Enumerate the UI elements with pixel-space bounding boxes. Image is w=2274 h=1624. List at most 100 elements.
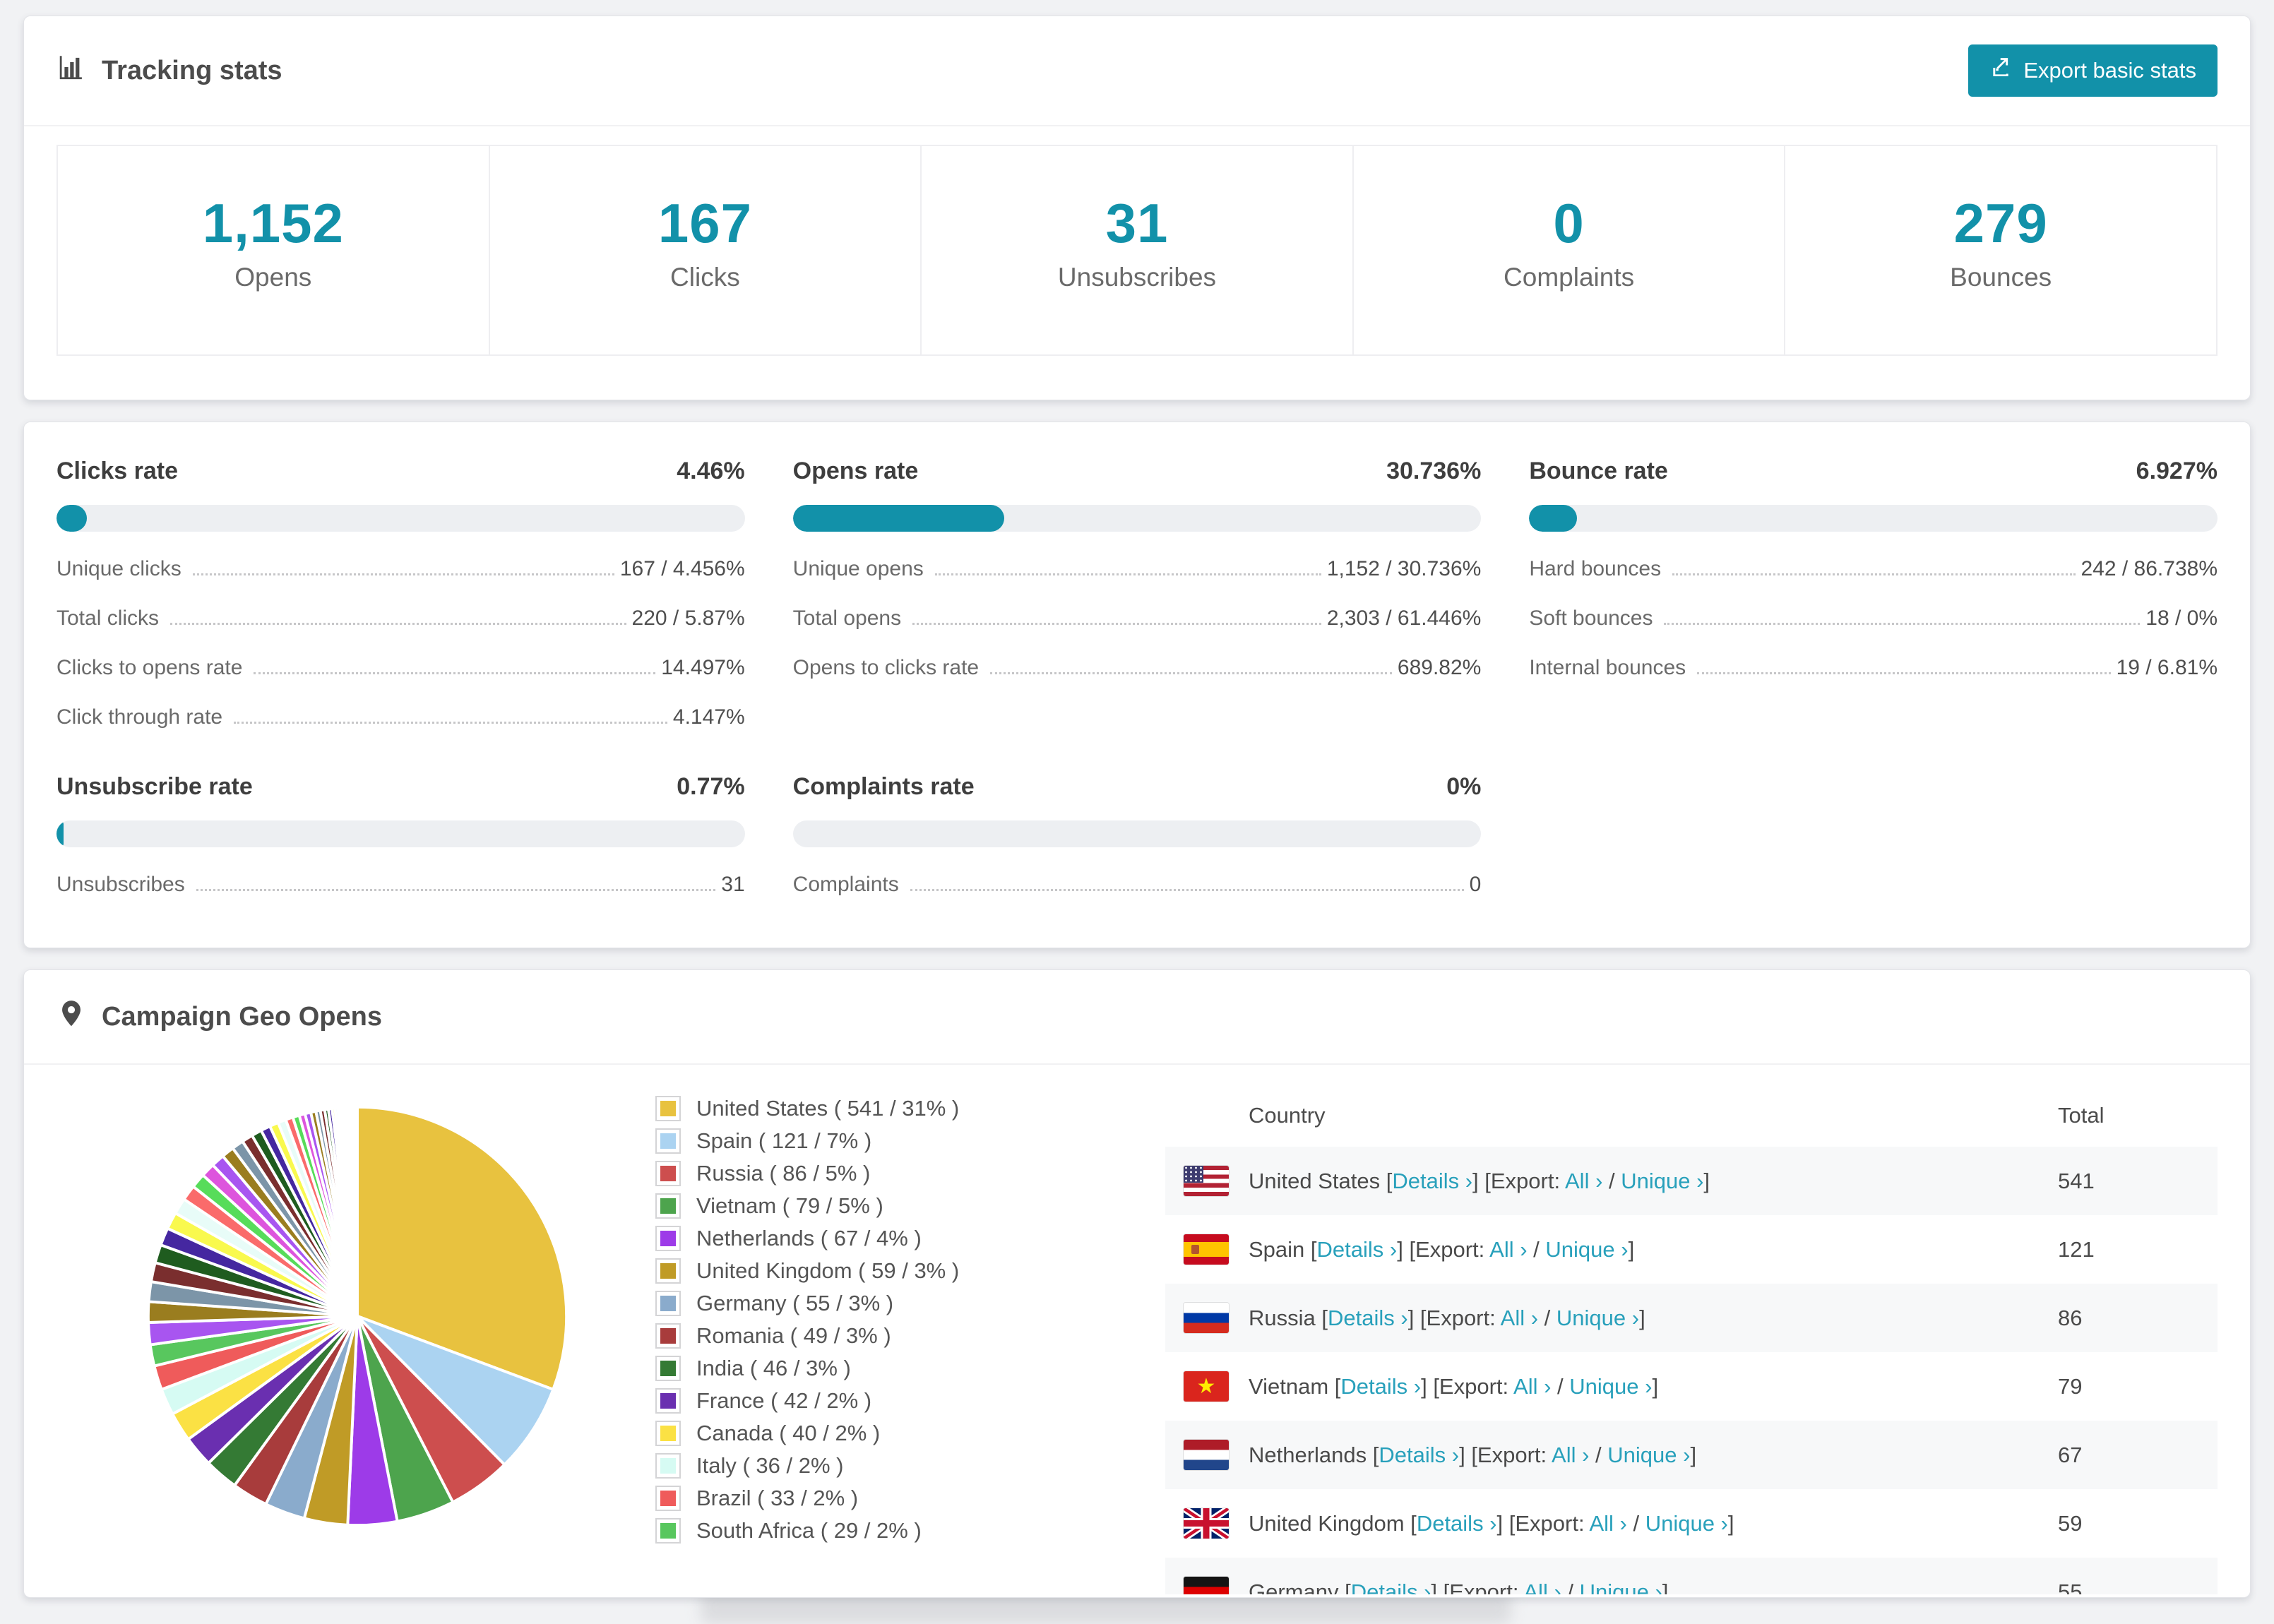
rate-rows: Hard bounces 242 / 86.738% Soft bounces 18 …: [1529, 557, 2218, 680]
legend-item-germany[interactable]: Germany ( 55 / 3% ): [657, 1291, 1081, 1316]
legend-label: Germany ( 55 / 3% ): [696, 1291, 894, 1315]
details-link[interactable]: Details ›: [1417, 1511, 1497, 1536]
legend-label: France ( 42 / 2% ): [696, 1388, 872, 1413]
separator: /: [1538, 1305, 1556, 1330]
legend-swatch: [657, 1357, 679, 1380]
legend-item-italy[interactable]: Italy ( 36 / 2% ): [657, 1453, 1081, 1479]
rate-row-value: 31: [721, 873, 745, 896]
legend-item-netherlands[interactable]: Netherlands ( 67 / 4% ): [657, 1226, 1081, 1251]
legend-item-south-africa[interactable]: South Africa ( 29 / 2% ): [657, 1518, 1081, 1544]
legend-label: Spain ( 121 / 7% ): [696, 1128, 872, 1153]
rate-row-label: Total clicks: [56, 607, 160, 630]
export-unique-link[interactable]: Unique ›: [1556, 1306, 1639, 1330]
progress-bar: [1529, 505, 2218, 532]
legend-label: Italy ( 36 / 2% ): [696, 1453, 844, 1478]
progress-bar: [792, 505, 1482, 532]
export-unique-link[interactable]: Unique ›: [1580, 1580, 1662, 1595]
bracket: ]: [1628, 1236, 1635, 1262]
legend-item-romania[interactable]: Romania ( 49 / 3% ): [657, 1323, 1081, 1349]
export-unique-link[interactable]: Unique ›: [1569, 1374, 1652, 1399]
rate-row-label: Click through rate: [56, 705, 223, 729]
rate-row-label: Unique clicks: [56, 557, 181, 580]
bracket: ]: [1727, 1510, 1734, 1536]
separator: /: [1527, 1236, 1546, 1262]
rate-block-opens-rate: Opens rate 30.736% Unique opens 1,152 / 30.…: [792, 458, 1482, 729]
export-unique-link[interactable]: Unique ›: [1545, 1237, 1628, 1262]
flag-cell: [1184, 1577, 1249, 1594]
country-cell: Russia [Details ›] [Export: All › / Uniq…: [1249, 1306, 2058, 1331]
legend-swatch: [657, 1097, 679, 1120]
progress-bar: [56, 820, 745, 847]
export-all-link[interactable]: All ›: [1513, 1374, 1551, 1399]
legend-item-india[interactable]: India ( 46 / 3% ): [657, 1356, 1081, 1381]
separator: /: [1561, 1579, 1580, 1595]
country-name: Spain [: [1249, 1236, 1317, 1262]
export-icon: [1989, 56, 2012, 85]
stat-opens: 1,152 Opens: [58, 146, 489, 354]
rate-row-value: 167 / 4.456%: [619, 557, 745, 580]
progress-bar-fill: [56, 505, 88, 532]
dotted-leader: [196, 889, 716, 891]
legend-item-russia[interactable]: Russia ( 86 / 5% ): [657, 1161, 1081, 1186]
legend-item-france[interactable]: France ( 42 / 2% ): [657, 1388, 1081, 1414]
legend-swatch: [657, 1292, 679, 1315]
country-cell: Netherlands [Details ›] [Export: All › /…: [1249, 1443, 2058, 1468]
rate-row-unique-opens: Unique opens 1,152 / 30.736%: [793, 557, 1482, 581]
details-link[interactable]: Details ›: [1317, 1237, 1398, 1262]
geo-header: Campaign Geo Opens: [24, 970, 2250, 1065]
export-all-link[interactable]: All ›: [1489, 1237, 1527, 1262]
country-name: Russia [: [1249, 1305, 1328, 1330]
export-unique-link[interactable]: Unique ›: [1607, 1443, 1690, 1467]
export-unique-link[interactable]: Unique ›: [1645, 1511, 1728, 1536]
country-name: Vietnam [: [1249, 1373, 1341, 1399]
details-link[interactable]: Details ›: [1328, 1306, 1408, 1330]
legend-item-united-kingdom[interactable]: United Kingdom ( 59 / 3% ): [657, 1258, 1081, 1284]
details-link[interactable]: Details ›: [1351, 1580, 1431, 1595]
dotted-leader: [1664, 623, 2141, 625]
progress-bar-fill: [56, 820, 64, 847]
export-all-link[interactable]: All ›: [1589, 1511, 1626, 1536]
legend-item-vietnam[interactable]: Vietnam ( 79 / 5% ): [657, 1193, 1081, 1219]
dotted-leader: [254, 672, 656, 674]
legend-item-united-states[interactable]: United States ( 541 / 31% ): [657, 1096, 1081, 1121]
rate-percent: 30.736%: [1386, 458, 1482, 484]
rate-block-header: Opens rate 30.736%: [793, 458, 1482, 485]
legend-item-spain[interactable]: Spain ( 121 / 7% ): [657, 1128, 1081, 1154]
rate-row-label: Total opens: [792, 607, 902, 630]
legend-item-brazil[interactable]: Brazil ( 33 / 2% ): [657, 1486, 1081, 1511]
rate-block-clicks-rate: Clicks rate 4.46% Unique clicks 167 / 4.456…: [56, 458, 745, 729]
details-link[interactable]: Details ›: [1340, 1374, 1421, 1399]
rate-row-value: 4.147%: [672, 705, 745, 729]
rate-rows: Complaints 0: [793, 873, 1482, 897]
dashboard-page: Tracking stats Export basic stats 1,152 O…: [0, 0, 2274, 1598]
stat-value: 31: [1105, 192, 1169, 254]
dotted-leader: [170, 623, 626, 625]
export-all-link[interactable]: All ›: [1565, 1169, 1602, 1193]
rate-row-label: Internal bounces: [1529, 656, 1686, 679]
separator: /: [1551, 1373, 1570, 1399]
rate-row-value: 1,152 / 30.736%: [1326, 557, 1482, 580]
stat-value: 0: [1553, 192, 1585, 254]
rate-row-opens-to-clicks-rate: Opens to clicks rate 689.82%: [793, 656, 1482, 680]
export-all-link[interactable]: All ›: [1552, 1443, 1589, 1467]
country-row-united-states: United States [Details ›] [Export: All ›…: [1165, 1147, 2218, 1215]
details-link[interactable]: Details ›: [1392, 1169, 1472, 1193]
details-link[interactable]: Details ›: [1379, 1443, 1459, 1467]
country-cell: Spain [Details ›] [Export: All › / Uniqu…: [1249, 1237, 2058, 1262]
stat-label: Complaints: [1504, 263, 1635, 292]
total-cell: 55: [2058, 1579, 2083, 1595]
rate-row-value: 19 / 6.81%: [2116, 656, 2218, 679]
country-cell: Germany [Details ›] [Export: All › / Uni…: [1249, 1580, 2058, 1595]
country-name: Netherlands [: [1249, 1442, 1379, 1467]
export-all-link[interactable]: All ›: [1501, 1306, 1538, 1330]
bar-chart-icon: [56, 52, 86, 89]
export-basic-stats-button[interactable]: Export basic stats: [1968, 44, 2218, 97]
geo-body: United States ( 541 / 31% ) Spain ( 121 /…: [24, 1065, 2250, 1597]
dotted-leader: [912, 623, 1321, 625]
stat-clicks: 167 Clicks: [488, 146, 921, 354]
legend-item-canada[interactable]: Canada ( 40 / 2% ): [657, 1421, 1081, 1446]
stat-bounces: 279 Bounces: [1784, 146, 2216, 354]
export-unique-link[interactable]: Unique ›: [1621, 1169, 1703, 1193]
export-all-link[interactable]: All ›: [1523, 1580, 1561, 1595]
country-name: United States [: [1249, 1168, 1393, 1193]
